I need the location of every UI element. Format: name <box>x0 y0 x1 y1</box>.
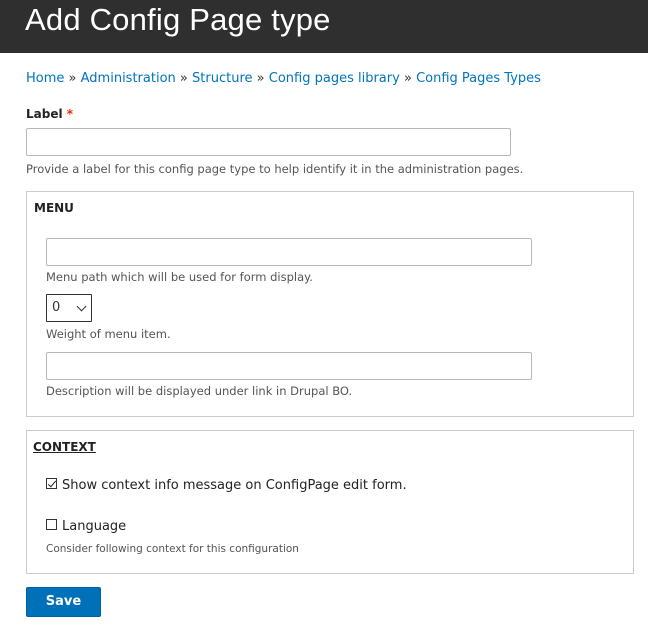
breadcrumb-separator: » <box>68 71 77 86</box>
menu-description-input[interactable] <box>46 352 532 380</box>
breadcrumb-administration[interactable]: Administration <box>81 71 176 86</box>
label-input[interactable] <box>26 128 511 156</box>
menu-legend: MENU <box>34 201 74 215</box>
breadcrumb-home[interactable]: Home <box>26 71 64 86</box>
breadcrumb-separator: » <box>256 71 265 86</box>
language-label[interactable]: Language <box>62 519 126 534</box>
menu-weight-select[interactable]: 0 <box>46 294 92 322</box>
breadcrumb: Home » Administration » Structure » Conf… <box>26 70 541 88</box>
required-marker: * <box>66 107 74 121</box>
menu-description-help: Description will be displayed under link… <box>46 384 353 398</box>
breadcrumb-separator: » <box>403 71 412 86</box>
label-field-label: Label * <box>26 107 73 121</box>
checkmark-icon <box>47 478 57 488</box>
context-description: Consider following context for this conf… <box>46 543 299 555</box>
breadcrumb-config-pages-types[interactable]: Config Pages Types <box>416 71 541 86</box>
language-checkbox[interactable] <box>46 519 57 530</box>
menu-path-description: Menu path which will be used for form di… <box>46 270 313 284</box>
context-legend[interactable]: CONTEXT <box>33 440 96 454</box>
menu-weight-value: 0 <box>52 300 61 315</box>
show-context-label[interactable]: Show context info message on ConfigPage … <box>62 478 407 493</box>
show-context-checkbox[interactable] <box>46 478 57 489</box>
breadcrumb-config-pages-library[interactable]: Config pages library <box>269 71 400 86</box>
chevron-down-icon <box>76 301 87 312</box>
breadcrumb-separator: » <box>179 71 188 86</box>
menu-path-input[interactable] <box>46 238 532 266</box>
breadcrumb-structure[interactable]: Structure <box>192 71 252 86</box>
page-header: Add Config Page type <box>0 0 648 53</box>
page-title: Add Config Page type <box>25 2 331 37</box>
save-button[interactable]: Save <box>26 587 101 617</box>
menu-weight-description: Weight of menu item. <box>46 327 171 341</box>
label-description: Provide a label for this config page typ… <box>26 162 524 176</box>
label-text: Label <box>26 107 63 121</box>
